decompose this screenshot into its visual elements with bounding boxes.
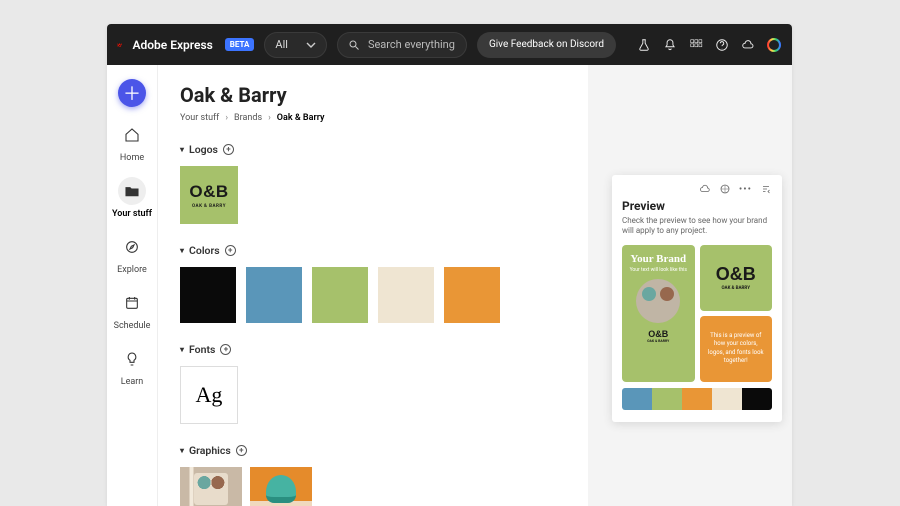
feedback-button[interactable]: Give Feedback on Discord	[477, 32, 616, 58]
chevron-down-icon[interactable]: ▾	[180, 345, 184, 354]
section-fonts-label: Fonts	[189, 343, 215, 356]
cloud-upload-icon[interactable]	[699, 183, 711, 195]
color-swatch-2[interactable]	[312, 267, 368, 323]
section-fonts: ▾ Fonts + Ag	[180, 343, 566, 424]
preview-logo-sub: OAK & BARRY	[647, 339, 669, 343]
color-swatch-4[interactable]	[444, 267, 500, 323]
sort-icon[interactable]	[760, 183, 772, 195]
sidenav-item-schedule[interactable]: Schedule	[114, 289, 151, 331]
preview-card-brand: Your Brand Your text will look like this…	[622, 245, 695, 382]
topbar: Adobe Express BETA All Search everything…	[107, 24, 792, 65]
add-color-button[interactable]: +	[225, 245, 236, 256]
crumb-current: Oak & Barry	[277, 113, 325, 123]
sidenav-item-learn[interactable]: Learn	[118, 345, 146, 387]
chevron-down-icon[interactable]: ▾	[180, 145, 184, 154]
sidenav-item-home[interactable]: Home	[118, 121, 146, 163]
brand-logo-tile[interactable]: O&B OAK & BARRY	[180, 166, 238, 224]
section-logos-label: Logos	[189, 143, 218, 156]
color-swatch-1[interactable]	[246, 267, 302, 323]
breadcrumb: Your stuff › Brands › Oak & Barry	[180, 113, 566, 123]
color-swatch-row	[180, 267, 566, 323]
section-graphics-label: Graphics	[189, 444, 231, 457]
share-icon[interactable]	[719, 183, 731, 195]
page-title: Oak & Barry	[180, 83, 566, 107]
crumb-your-stuff[interactable]: Your stuff	[180, 113, 219, 123]
color-swatch-0[interactable]	[180, 267, 236, 323]
flask-icon[interactable]	[636, 37, 652, 53]
more-icon[interactable]: •••	[739, 184, 752, 195]
chevron-down-icon[interactable]: ▾	[180, 446, 184, 455]
bell-icon[interactable]	[662, 37, 678, 53]
color-swatch-3[interactable]	[378, 267, 434, 323]
main-area: Oak & Barry Your stuff › Brands › Oak & …	[157, 65, 792, 506]
folder-icon	[124, 183, 140, 199]
preview-palette	[622, 388, 772, 410]
font-sample-tile[interactable]: Ag	[180, 366, 238, 424]
brand-content: Oak & Barry Your stuff › Brands › Oak & …	[158, 65, 588, 506]
app-window: Adobe Express BETA All Search everything…	[107, 24, 792, 506]
calendar-icon	[124, 295, 140, 311]
app-name: Adobe Express	[132, 38, 212, 52]
logo-mark: O&B	[189, 182, 228, 202]
adobe-logo-icon	[117, 36, 122, 54]
sidenav-item-your-stuff[interactable]: Your stuff	[112, 177, 152, 219]
logo-sub: OAK & BARRY	[192, 204, 226, 209]
preview-palette-swatch-4	[742, 388, 772, 410]
preview-subtitle: Check the preview to see how your brand …	[622, 216, 772, 237]
graphic-tile-1[interactable]	[180, 467, 242, 506]
preview-card-logo: O&B OAK & BARRY	[700, 245, 773, 311]
sidenav: ＋ Home Your stuff Explore Schedule Learn	[107, 65, 157, 506]
topbar-actions	[636, 37, 782, 53]
beta-badge: BETA	[225, 38, 255, 51]
preview-panel: ••• Preview Check the preview to see how…	[612, 175, 782, 422]
preview-card-head: Your Brand	[630, 253, 686, 265]
section-colors-label: Colors	[189, 244, 220, 257]
filter-label: All	[275, 38, 288, 51]
search-placeholder: Search everything	[368, 38, 455, 51]
preview-card-sub: Your text will look like this	[630, 267, 687, 273]
preview-title: Preview	[622, 199, 772, 213]
bulb-icon	[124, 351, 140, 367]
compass-icon	[124, 239, 140, 255]
preview-palette-swatch-1	[652, 388, 682, 410]
section-graphics: ▾ Graphics +	[180, 444, 566, 506]
cc-rainbow-icon[interactable]	[766, 37, 782, 53]
preview-avatar	[636, 279, 680, 323]
preview-palette-swatch-0	[622, 388, 652, 410]
chevron-down-icon	[306, 40, 316, 50]
section-logos: ▾ Logos + O&B OAK & BARRY	[180, 143, 566, 224]
preview-card-text: This is a preview of how your colors, lo…	[700, 316, 773, 382]
preview-palette-swatch-3	[712, 388, 742, 410]
help-icon[interactable]	[714, 37, 730, 53]
home-icon	[124, 127, 140, 143]
add-logo-button[interactable]: +	[223, 144, 234, 155]
add-button[interactable]: ＋	[118, 79, 146, 107]
cloud-icon[interactable]	[740, 37, 756, 53]
crumb-brands[interactable]: Brands	[234, 113, 262, 123]
apps-grid-icon[interactable]	[688, 37, 704, 53]
chevron-down-icon[interactable]: ▾	[180, 246, 184, 255]
filter-dropdown[interactable]: All	[264, 32, 327, 58]
section-colors: ▾ Colors +	[180, 244, 566, 323]
add-graphic-button[interactable]: +	[236, 445, 247, 456]
preview-logo-mark: O&B	[648, 329, 668, 339]
add-font-button[interactable]: +	[220, 344, 231, 355]
search-input[interactable]: Search everything	[337, 32, 467, 58]
graphic-tile-2[interactable]	[250, 467, 312, 506]
sidenav-item-explore[interactable]: Explore	[117, 233, 147, 275]
search-icon	[348, 39, 360, 51]
preview-palette-swatch-2	[682, 388, 712, 410]
